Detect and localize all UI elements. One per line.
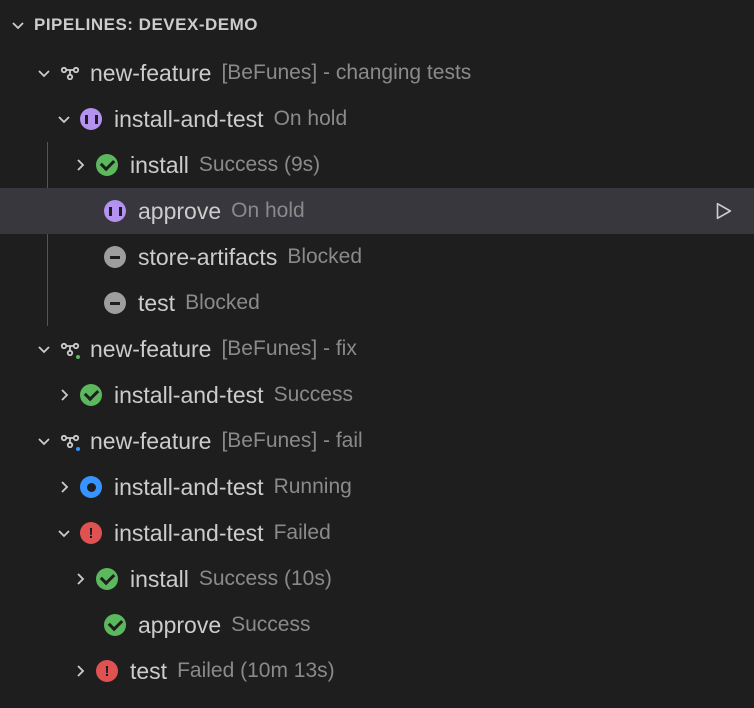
pipeline-meta: [BeFunes] - changing tests <box>221 61 471 85</box>
workflow-row[interactable]: install-and-test Success <box>0 372 754 418</box>
workflow-row[interactable]: install-and-test Failed <box>0 510 754 556</box>
pipeline-meta: [BeFunes] - fail <box>221 429 362 453</box>
job-status: Success (9s) <box>199 153 320 177</box>
pipeline-icon <box>60 339 80 359</box>
chevron-right-icon <box>56 387 72 403</box>
job-row[interactable]: install Success (10s) <box>0 556 754 602</box>
chevron-down-icon <box>36 65 52 81</box>
pipeline-row[interactable]: new-feature [BeFunes] - changing tests <box>0 50 754 96</box>
job-status: On hold <box>231 199 305 223</box>
job-name: approve <box>138 612 221 639</box>
job-name: approve <box>138 198 221 225</box>
job-row[interactable]: store-artifacts Blocked <box>0 234 754 280</box>
job-row[interactable]: test Failed (10m 13s) <box>0 648 754 694</box>
job-status: Failed (10m 13s) <box>177 659 335 683</box>
pipeline-name: new-feature <box>90 60 211 87</box>
chevron-right-icon <box>72 157 88 173</box>
workflow-status: Failed <box>274 521 331 545</box>
pipelines-panel: PIPELINES: DEVEX-DEMO new-feature [BeFun… <box>0 0 754 694</box>
job-status: Success (10s) <box>199 567 332 591</box>
pipeline-row[interactable]: new-feature [BeFunes] - fix <box>0 326 754 372</box>
pipeline-row[interactable]: new-feature [BeFunes] - fail <box>0 418 754 464</box>
job-status: Blocked <box>185 291 260 315</box>
job-row[interactable]: install Success (9s) <box>0 142 754 188</box>
pipeline-name: new-feature <box>90 428 211 455</box>
status-dot-running <box>74 445 82 453</box>
onhold-icon <box>80 108 102 130</box>
workflow-row[interactable]: install-and-test On hold <box>0 96 754 142</box>
success-icon <box>96 154 118 176</box>
chevron-right-icon <box>72 663 88 679</box>
chevron-right-icon <box>72 571 88 587</box>
status-dot-success <box>74 353 82 361</box>
job-row[interactable]: test Blocked <box>0 280 754 326</box>
job-status: Blocked <box>287 245 362 269</box>
pipeline-name: new-feature <box>90 336 211 363</box>
running-icon <box>80 476 102 498</box>
pipeline-icon <box>60 63 80 83</box>
success-icon <box>80 384 102 406</box>
job-name: test <box>130 658 167 685</box>
job-row[interactable]: approve On hold <box>0 188 754 234</box>
chevron-down-icon <box>36 433 52 449</box>
job-name: store-artifacts <box>138 244 277 271</box>
workflow-name: install-and-test <box>114 106 264 133</box>
success-icon <box>104 614 126 636</box>
panel-title: PIPELINES: DEVEX-DEMO <box>34 15 258 35</box>
chevron-down-icon <box>56 111 72 127</box>
pipeline-icon <box>60 431 80 451</box>
pipeline-meta: [BeFunes] - fix <box>221 337 356 361</box>
workflow-status: Running <box>274 475 352 499</box>
workflow-name: install-and-test <box>114 382 264 409</box>
panel-header[interactable]: PIPELINES: DEVEX-DEMO <box>0 0 754 50</box>
job-name: test <box>138 290 175 317</box>
chevron-down-icon <box>36 341 52 357</box>
job-status: Success <box>231 613 310 637</box>
onhold-icon <box>104 200 126 222</box>
play-icon[interactable] <box>712 200 734 222</box>
failed-icon <box>96 660 118 682</box>
failed-icon <box>80 522 102 544</box>
chevron-down-icon <box>10 17 26 33</box>
job-row[interactable]: approve Success <box>0 602 754 648</box>
job-name: install <box>130 152 189 179</box>
workflow-name: install-and-test <box>114 520 264 547</box>
workflow-status: Success <box>274 383 353 407</box>
job-name: install <box>130 566 189 593</box>
chevron-right-icon <box>56 479 72 495</box>
chevron-down-icon <box>56 525 72 541</box>
blocked-icon <box>104 292 126 314</box>
workflow-row[interactable]: install-and-test Running <box>0 464 754 510</box>
blocked-icon <box>104 246 126 268</box>
workflow-status: On hold <box>274 107 348 131</box>
workflow-name: install-and-test <box>114 474 264 501</box>
success-icon <box>96 568 118 590</box>
